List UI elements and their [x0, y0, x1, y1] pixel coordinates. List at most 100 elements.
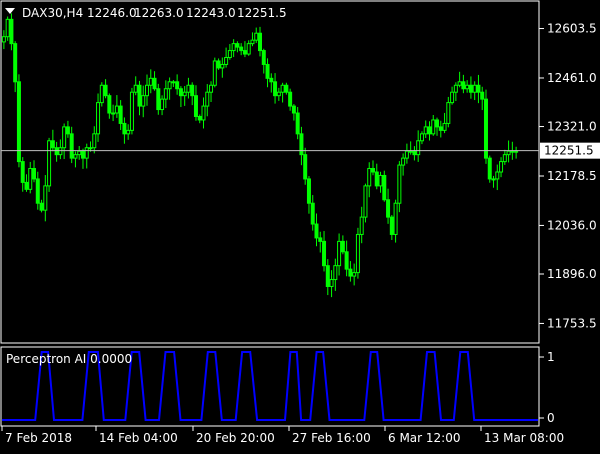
candle-body-bull — [58, 147, 63, 156]
candle-body-bull — [133, 84, 138, 93]
price-tick-label: 11896.0 — [547, 267, 597, 281]
candle-body-bull — [205, 91, 210, 107]
indicator-title: Perceptron AI 0.0000 — [6, 352, 132, 366]
candle-body-bear — [242, 50, 247, 55]
candle-body-bull — [423, 126, 428, 135]
time-tick-label: 27 Feb 16:00 — [292, 431, 371, 445]
candle-body-bear — [461, 81, 466, 90]
candle-body-bear — [13, 43, 18, 83]
candle-body-bull — [355, 233, 360, 274]
candle-body-bear — [295, 112, 300, 135]
chart-background — [0, 0, 600, 450]
candle-body-bull — [1, 36, 6, 43]
candle-body-bull — [367, 168, 372, 187]
candle-body-bull — [408, 150, 413, 153]
candle-body-bull — [276, 91, 281, 97]
candle-body-bull — [472, 84, 477, 93]
candle-body-bear — [50, 140, 55, 149]
candle-body-bear — [107, 95, 112, 114]
time-tick-label: 6 Mar 12:00 — [388, 431, 461, 445]
candle-body-bear — [318, 237, 323, 242]
candle-body-bull — [231, 43, 236, 52]
candle-body-bear — [480, 91, 485, 100]
candle-body-bull — [77, 150, 82, 156]
candle-body-bear — [137, 84, 142, 107]
candle-body-bull — [491, 178, 496, 181]
candle-body-bear — [291, 105, 296, 114]
candle-body-bear — [156, 88, 161, 111]
candle-body-bear — [340, 240, 345, 253]
candle-body-bear — [273, 81, 278, 97]
candle-body-bull — [160, 98, 165, 111]
candle-body-bear — [103, 84, 108, 97]
candle-body-bull — [5, 18, 10, 38]
candle-body-bear — [190, 84, 195, 97]
candle-body-bear — [303, 154, 308, 180]
candle-body-bear — [80, 150, 85, 159]
candle-body-bear — [348, 268, 353, 277]
candle-body-bull — [495, 171, 500, 180]
candle-body-bull — [73, 154, 78, 159]
candle-body-bull — [145, 84, 150, 97]
candle-body-bear — [468, 84, 473, 93]
candle-body-bull — [129, 91, 134, 131]
candle-body-bull — [171, 81, 176, 84]
candle-body-bear — [374, 171, 379, 187]
trading-chart[interactable]: 12603.5 12461.0 12321.0 12178.5 12036.0 11896… — [0, 0, 600, 450]
ohlc-low: 12243.0 — [186, 6, 236, 20]
candle-body-bull — [84, 147, 89, 159]
candle-body-bear — [325, 265, 330, 287]
candle-body-bear — [65, 126, 70, 135]
candle-body-bear — [438, 126, 443, 131]
indicator-tick-label: 0 — [547, 411, 555, 425]
candle-body-bull — [457, 81, 462, 86]
candle-body-bull — [250, 39, 255, 45]
candle-body-bull — [453, 84, 458, 93]
candle-body-bull — [404, 150, 409, 159]
candle-body-bull — [246, 43, 251, 55]
candle-body-bull — [363, 185, 368, 218]
candle-body-bear — [370, 168, 375, 173]
candle-body-bull — [499, 161, 504, 173]
candle-body-bull — [47, 140, 52, 187]
candle-body-bear — [235, 43, 240, 48]
candle-body-bull — [280, 84, 285, 93]
candle-body-bull — [209, 84, 214, 93]
candle-body-bear — [178, 88, 183, 97]
candle-body-bear — [122, 122, 127, 135]
candle-body-bull — [359, 216, 364, 235]
candle-body-bull — [254, 32, 259, 41]
candle-body-bull — [163, 88, 168, 100]
candle-body-bear — [32, 168, 37, 180]
candle-body-bear — [152, 77, 157, 90]
candle-body-bull — [148, 77, 153, 86]
candle-body-bull — [88, 147, 93, 150]
candle-body-bear — [435, 119, 440, 128]
candle-body-bull — [114, 105, 119, 114]
candle-body-bear — [16, 81, 21, 163]
price-tick-label: 12178.5 — [547, 169, 597, 183]
bid-price-label: 12251.5 — [544, 144, 594, 158]
candle-body-bull — [201, 105, 206, 121]
candle-body-bull — [92, 133, 97, 149]
candle-body-bear — [54, 147, 59, 156]
candle-body-bear — [39, 202, 44, 211]
candle-body-bull — [329, 279, 334, 287]
candle-body-bull — [401, 157, 406, 166]
candle-body-bear — [261, 50, 266, 65]
candle-body-bull — [111, 112, 116, 115]
candle-body-bull — [419, 133, 424, 142]
candle-body-bear — [118, 105, 123, 124]
price-tick-label: 12603.5 — [547, 22, 597, 36]
chart-canvas[interactable]: 12603.5 12461.0 12321.0 12178.5 12036.0 11896… — [0, 0, 600, 450]
candle-body-bull — [378, 174, 383, 187]
candle-body-bull — [28, 168, 33, 190]
candle-body-bull — [212, 60, 217, 86]
symbol-timeframe: DAX30,H4 — [22, 6, 83, 20]
candle-body-bull — [465, 84, 470, 90]
candle-body-bull — [442, 122, 447, 131]
candle-body-bull — [337, 240, 342, 267]
candle-body-bear — [175, 81, 180, 90]
candle-body-bull — [43, 185, 48, 211]
candle-body-bull — [227, 50, 232, 59]
